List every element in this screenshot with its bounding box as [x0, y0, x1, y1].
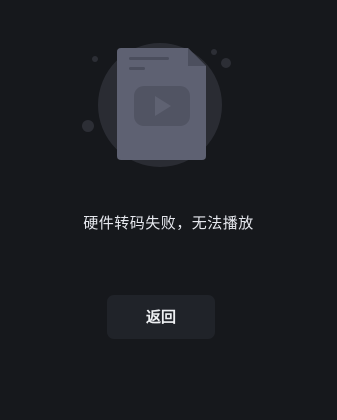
error-screen: 硬件转码失败，无法播放 返回 [0, 0, 337, 420]
back-button[interactable]: 返回 [107, 295, 215, 339]
error-message: 硬件转码失败，无法播放 [83, 214, 254, 232]
broken-video-file-icon [78, 38, 238, 168]
